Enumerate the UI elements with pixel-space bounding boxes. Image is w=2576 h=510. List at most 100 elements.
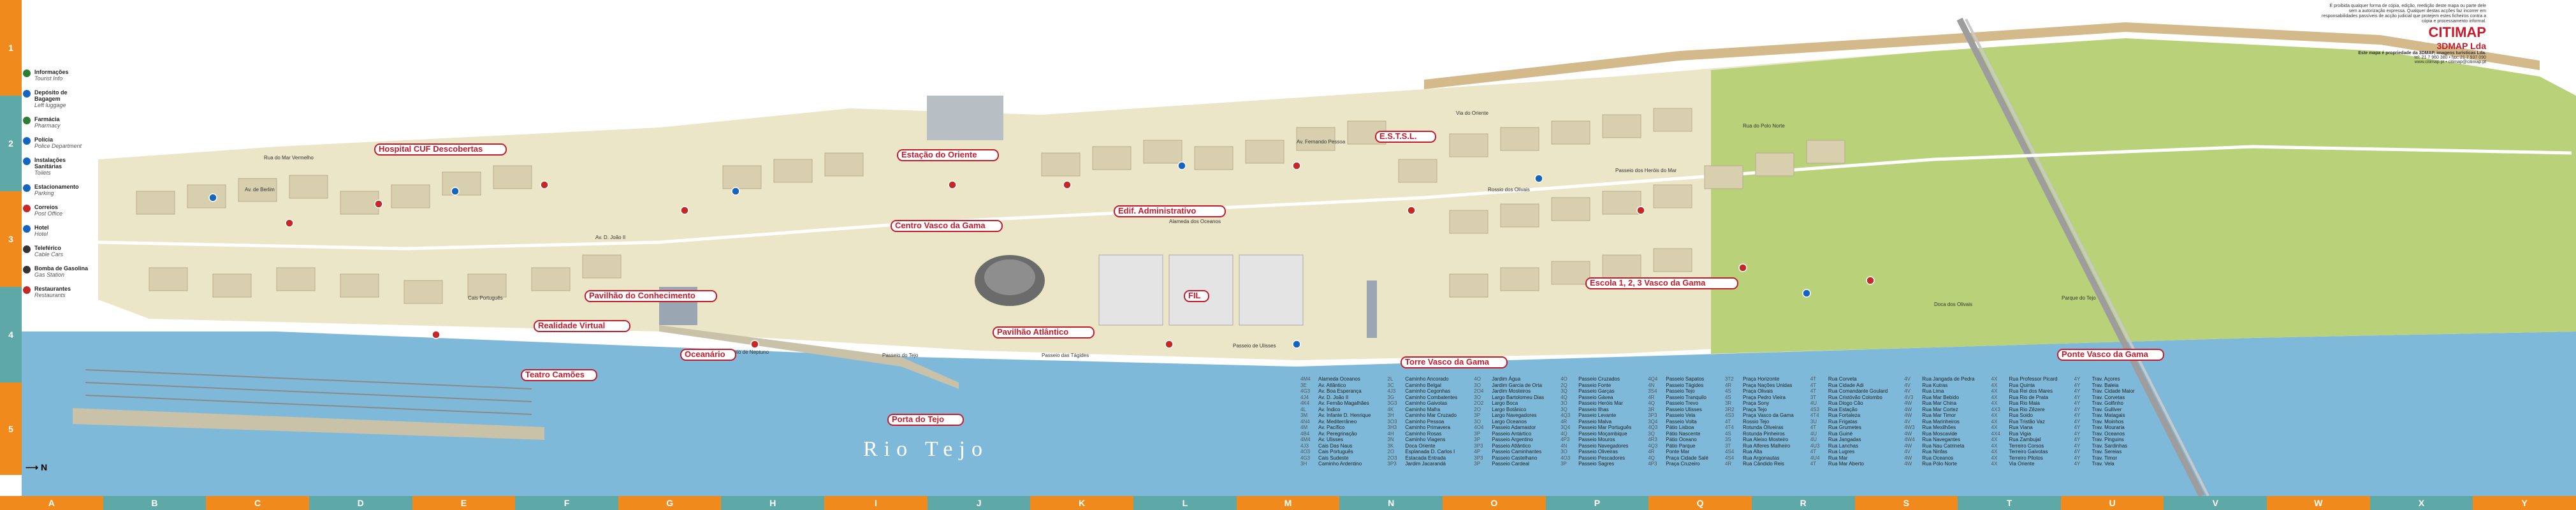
restaurant-icon[interactable]: [750, 340, 759, 349]
index-entry: 4Q Praça Cidade Salé: [1648, 455, 1708, 461]
index-entry: 4X Rua Zambujal: [1991, 437, 2041, 442]
parking-icon[interactable]: [1177, 161, 1186, 170]
index-entry: 4S Praça Pedro Vieira: [1724, 394, 1786, 400]
restaurant-icon[interactable]: [1292, 161, 1301, 170]
legend-item: Instalações Sanitárias Toilets: [23, 157, 93, 176]
index-entry: 3E Av. Atlântico: [1300, 382, 1346, 388]
restaurant-icon[interactable]: [1866, 276, 1875, 285]
index-entry: 3P Passeio Argentino: [1474, 437, 1533, 442]
column-F: F: [515, 496, 618, 510]
restaurant-icon[interactable]: [1063, 180, 1072, 189]
index-entry: 3K Doca Oriente: [1387, 442, 1436, 449]
parking-icon[interactable]: [208, 193, 217, 202]
landmark-label[interactable]: FIL: [1184, 290, 1209, 302]
restaurant-icon[interactable]: [374, 200, 383, 208]
index-entry: 3T Rua Alferes Malheiro: [1724, 442, 1791, 449]
index-entry: 4P3 Praça Cruzeiro: [1648, 461, 1700, 467]
landmark-label[interactable]: Ponte Vasco da Gama: [2057, 349, 2164, 361]
building-block: [1398, 159, 1437, 183]
column-W: W: [2267, 496, 2370, 510]
column-U: U: [2060, 496, 2164, 510]
restaurant-icon[interactable]: [432, 330, 440, 339]
index-entry: 4Y Trav. Pinguins: [2074, 437, 2124, 442]
landmark-label[interactable]: Pavilhão do Conhecimento: [585, 290, 717, 302]
index-entry: 2O Esplanada D. Carlos I: [1387, 449, 1455, 455]
building-block: [1653, 248, 1692, 272]
landmark-label[interactable]: Realidade Virtual: [534, 320, 630, 332]
column-H: H: [721, 496, 825, 510]
restaurant-icon[interactable]: [948, 180, 957, 189]
column-E: E: [412, 496, 516, 510]
landmark-label[interactable]: Pavilhão Atlântico: [993, 326, 1095, 339]
landmark-label[interactable]: Edif. Administrativo: [1114, 205, 1226, 217]
luggage-icon: [23, 90, 31, 98]
contact-web: www.citimap.pt • citimap@citimap.pt: [2414, 60, 2486, 64]
landmark-label[interactable]: Oceanário: [680, 349, 736, 361]
parking-icon[interactable]: [1534, 174, 1543, 183]
street-label: Via do Oriente: [1456, 110, 1489, 116]
restaurant-icon[interactable]: [1738, 263, 1747, 272]
landmark-name: Teatro Camões: [525, 370, 585, 379]
legend-title: Bomba de Gasolina: [34, 265, 89, 272]
index-entry: 4V Rua Lima: [1904, 388, 1944, 394]
legend-item: Estacionamento Parking: [23, 184, 93, 196]
building-block: [1041, 152, 1081, 177]
index-entry: 4Q Passeio Gávea: [1561, 394, 1613, 400]
landmark-label[interactable]: Escola 1, 2, 3 Vasco da Gama: [1585, 277, 1738, 289]
index-column: 4T Rua Corveta 4T Rua Cidade Adi 4T Rua Coman…: [1810, 376, 1888, 467]
index-entry: 4Y Trav. Baleia: [2074, 382, 2119, 388]
legend-subtitle: Cable Cars: [34, 251, 64, 258]
index-column: 4O Jardim Água 3O Jardim Garcia de Orta 2O4 J…: [1474, 376, 1544, 467]
column-N: N: [1339, 496, 1443, 510]
column-V: V: [2164, 496, 2267, 510]
index-entry: 4U3 Rua Lanchas: [1810, 442, 1858, 449]
restaurant-icon[interactable]: [285, 219, 294, 228]
legend-subtitle: Left luggage: [34, 102, 66, 108]
index-entry: 4V Rua Jangada de Pedra: [1904, 376, 1975, 382]
index-entry: 4V3 Rua Mar Bebido: [1904, 394, 1960, 400]
column-I: I: [824, 496, 928, 510]
column-R: R: [1751, 496, 1855, 510]
restaurant-icon[interactable]: [1636, 206, 1645, 215]
landmark-label[interactable]: E.S.T.S.L.: [1375, 131, 1436, 143]
landmark-label[interactable]: Teatro Camões: [521, 369, 597, 381]
index-entry: 3O Largo Bartolomeu Dias: [1474, 394, 1545, 400]
restaurant-icon[interactable]: [1165, 340, 1174, 349]
landmark-label[interactable]: Centro Vasco da Gama: [891, 220, 1003, 232]
column-S: S: [1854, 496, 1958, 510]
contact-phone: tel: 21 7 960 380 • fax: 21 7 937 090: [2414, 55, 2486, 60]
landmark-label[interactable]: Hospital CUF Descobertas: [374, 143, 507, 156]
index-entry: 4Y Trav. Timor: [2074, 455, 2118, 461]
building-block: [187, 184, 226, 208]
building-block: [340, 191, 379, 215]
parking-icon[interactable]: [1802, 289, 1811, 298]
index-entry: 4W Rua Moscavide: [1904, 430, 1958, 437]
index-entry: 4U Rua Jangadas: [1810, 437, 1861, 442]
parking-icon[interactable]: [731, 187, 740, 196]
street-label: Passeio de Ulisses: [1233, 343, 1276, 349]
landmark-name: Oceanário: [685, 349, 725, 359]
parking-icon[interactable]: [451, 187, 460, 196]
parking-icon[interactable]: [1292, 340, 1301, 349]
index-entry: 3R Praça Sony: [1724, 400, 1770, 406]
index-entry: 4N Passeio Tágides: [1648, 382, 1704, 388]
ownership-line: Este mapa é propriedade da 3DMAP, imagen…: [2358, 51, 2486, 55]
map-canvas[interactable]: Rua do Mar Vermelho Av. D. João II Passeio…: [22, 0, 2576, 496]
index-entry: 3S Rua Aleixo Mosteiro: [1724, 437, 1789, 442]
index-entry: 3N Caminho Viagens: [1387, 437, 1446, 442]
row-label: 4: [8, 330, 13, 340]
index-entry: 3O3 Caminho Pessoa: [1387, 418, 1444, 425]
landmark-label[interactable]: Estação do Oriente: [897, 149, 999, 161]
index-entry: 4S3 Praça Vasco da Gama: [1724, 412, 1794, 418]
building-block: [1449, 133, 1488, 157]
restaurant-icon[interactable]: [540, 180, 549, 189]
toilet-icon: [23, 157, 31, 165]
column-D: D: [309, 496, 412, 510]
landmark-label[interactable]: Porta do Tejo: [887, 414, 964, 426]
restaurant-icon[interactable]: [680, 206, 689, 215]
restaurant-icon[interactable]: [1407, 206, 1416, 215]
landmark-label[interactable]: Torre Vasco da Gama: [1401, 356, 1508, 368]
index-entry: 3R Passeio Ulisses: [1648, 406, 1702, 412]
landmark-name: Edif. Administrativo: [1118, 206, 1196, 215]
building-block: [1704, 165, 1743, 189]
